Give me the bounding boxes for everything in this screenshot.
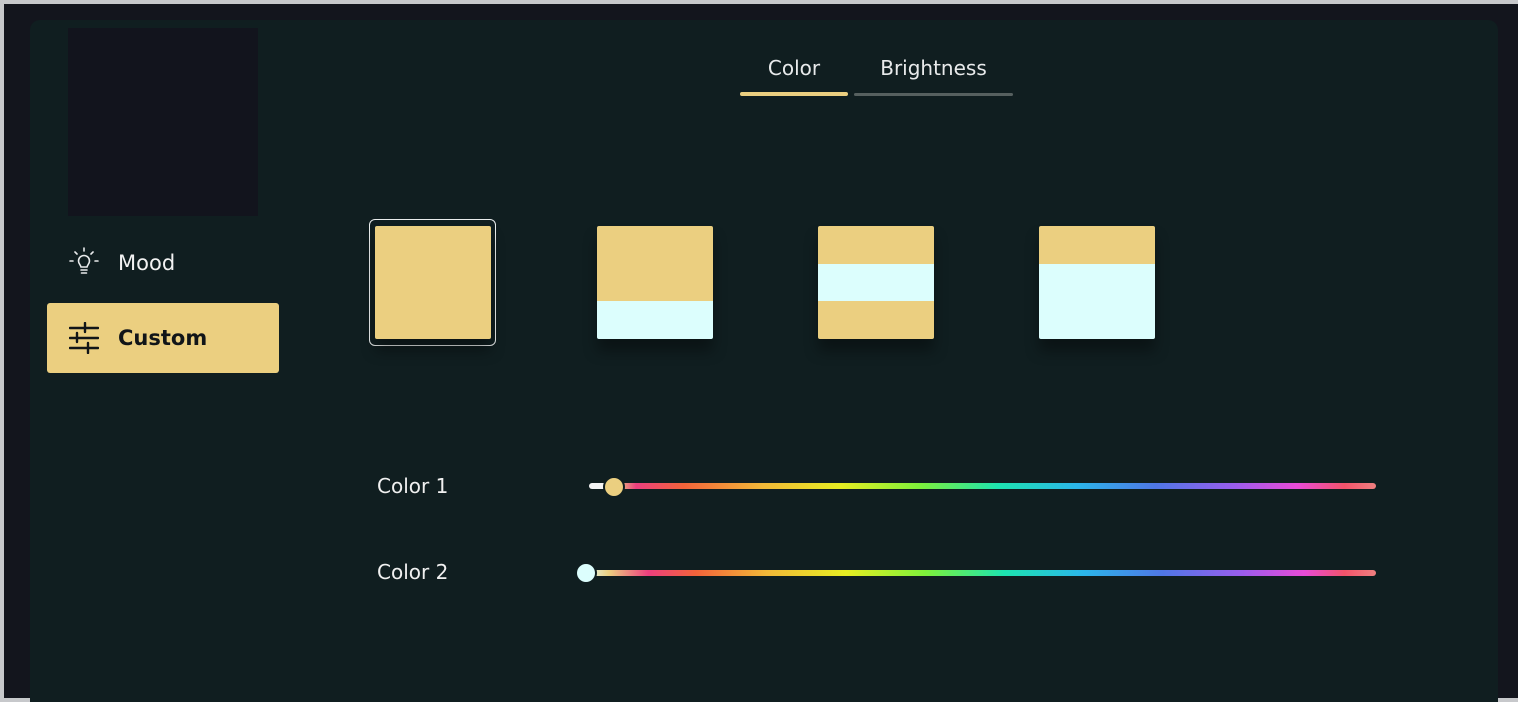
- tab-brightness[interactable]: Brightness: [854, 50, 1013, 98]
- pattern-band: [818, 301, 934, 339]
- pattern-option-top-heavy[interactable]: [597, 226, 713, 339]
- pattern-option-bottom-heavy[interactable]: [1039, 226, 1155, 339]
- sidebar-item-mood[interactable]: Mood: [47, 228, 279, 298]
- tab-indicator: [854, 93, 1013, 96]
- color-1-slider-track[interactable]: [589, 483, 1376, 489]
- pattern-band: [597, 226, 713, 265]
- sidebar-item-label: Mood: [118, 251, 176, 275]
- sliders-icon: [69, 321, 99, 355]
- pattern-band: [597, 263, 713, 302]
- pattern-band: [1039, 226, 1155, 265]
- color-2-label: Color 2: [377, 560, 449, 584]
- pattern-band: [375, 226, 491, 265]
- pattern-band: [818, 263, 934, 302]
- tab-indicator: [740, 92, 848, 96]
- pattern-band: [1039, 301, 1155, 339]
- pattern-option-solid[interactable]: [375, 226, 491, 339]
- color-2-slider-track[interactable]: [585, 570, 1376, 576]
- tab-label: Color: [767, 56, 821, 80]
- pattern-band: [597, 301, 713, 339]
- pattern-band: [818, 226, 934, 265]
- tab-label: Brightness: [880, 56, 987, 80]
- sidebar-item-custom[interactable]: Custom: [47, 303, 279, 373]
- preview-area: [68, 28, 258, 216]
- color-2-slider-handle[interactable]: [575, 562, 597, 584]
- pattern-option-sandwich[interactable]: [818, 226, 934, 339]
- pattern-band: [1039, 263, 1155, 302]
- pattern-band: [375, 301, 491, 339]
- sidebar-item-label: Custom: [118, 326, 208, 350]
- color-1-slider-handle[interactable]: [603, 476, 625, 498]
- pattern-band: [375, 263, 491, 302]
- tab-color[interactable]: Color: [740, 50, 848, 98]
- color-1-label: Color 1: [377, 474, 449, 498]
- lightbulb-icon: [69, 246, 99, 280]
